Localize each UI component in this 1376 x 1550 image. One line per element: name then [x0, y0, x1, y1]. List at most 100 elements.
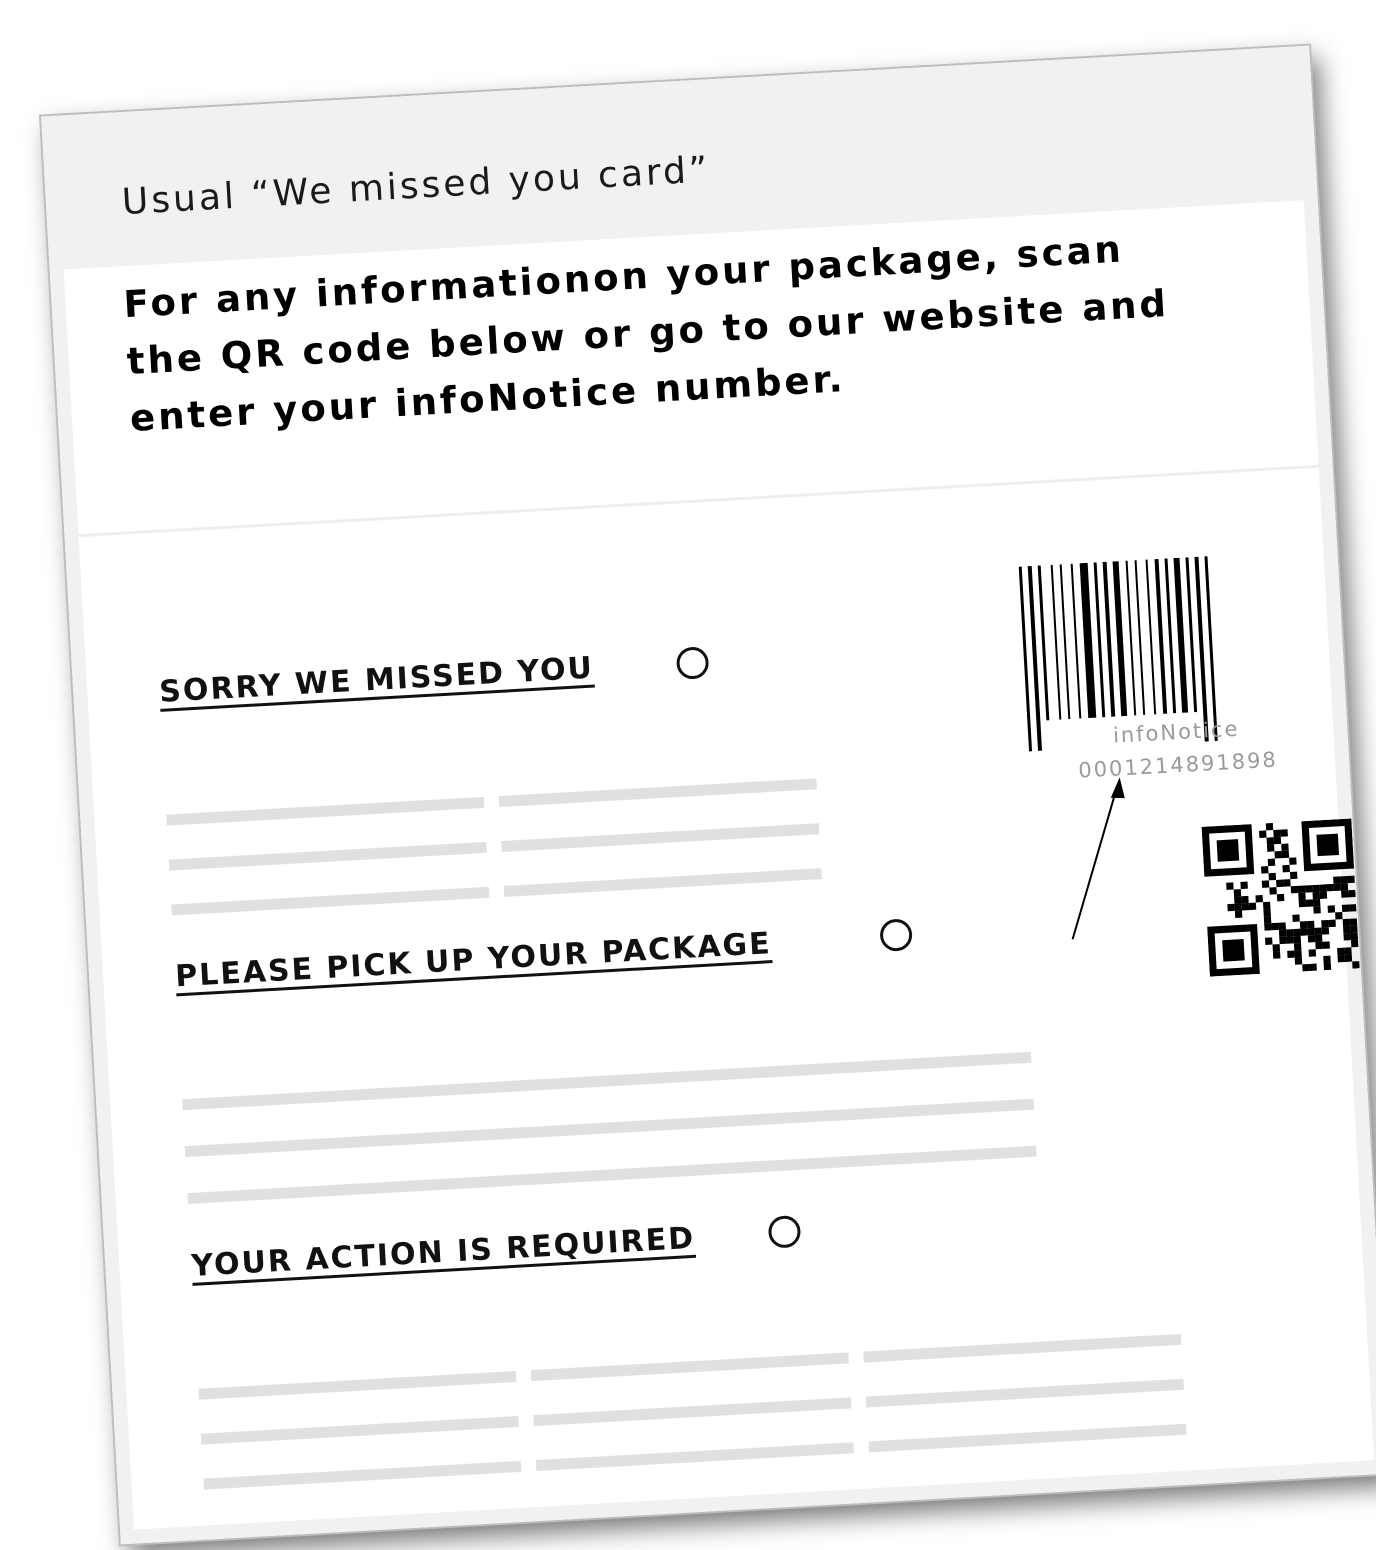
- qr-module: [1300, 928, 1308, 936]
- qr-module: [1227, 903, 1235, 912]
- qr-module: [1278, 929, 1287, 938]
- qr-module: [1272, 951, 1281, 959]
- qr-module: [1233, 889, 1242, 897]
- radio-action-required[interactable]: [767, 1214, 802, 1249]
- qr-module: [1333, 876, 1341, 884]
- radio-please-pick-up[interactable]: [879, 918, 913, 952]
- qr-module: [1299, 921, 1308, 929]
- qr-module: [1268, 872, 1277, 881]
- qr-module: [1342, 918, 1351, 927]
- qr-module: [1348, 904, 1357, 912]
- qr-module: [1349, 918, 1358, 926]
- qr-module: [1241, 895, 1249, 904]
- qr-module: [1263, 908, 1271, 917]
- qr-module: [1323, 955, 1331, 964]
- barcode-bar: [1134, 560, 1146, 715]
- placeholder-line: [863, 1333, 1182, 1363]
- stage: Usual “We missed you card” For any infor…: [0, 0, 1376, 1550]
- qr-module: [1343, 925, 1351, 934]
- qr-module: [1350, 932, 1359, 941]
- qr-module: [1294, 957, 1303, 965]
- barcode-bar: [1112, 561, 1128, 717]
- barcode-bar: [1059, 564, 1071, 720]
- qr-module: [1234, 896, 1242, 904]
- placeholder-line: [200, 1415, 519, 1445]
- qr-module: [1293, 928, 1301, 937]
- qr-module: [1271, 922, 1279, 931]
- qr-module: [1287, 950, 1295, 959]
- barcode-bar: [1079, 562, 1097, 719]
- qr-module: [1264, 937, 1273, 945]
- barcode-bar: [1185, 557, 1198, 713]
- qr-module: [1340, 883, 1349, 891]
- qr-module: [1260, 866, 1269, 874]
- qr-module: [1263, 916, 1272, 924]
- qr-module: [1261, 880, 1270, 888]
- qr-module: [1282, 864, 1290, 873]
- qr-module: [1326, 883, 1334, 892]
- placeholder-line: [182, 1051, 1032, 1111]
- qr-module: [1344, 954, 1353, 962]
- qr-module: [1298, 892, 1306, 901]
- qr-module: [1292, 914, 1300, 922]
- placeholder-line: [187, 1145, 1037, 1205]
- qr-module: [1321, 919, 1329, 928]
- qr-module: [1274, 851, 1282, 859]
- qr-module: [1327, 905, 1336, 913]
- qr-module: [1293, 935, 1302, 944]
- qr-module: [1265, 822, 1274, 831]
- qr-module: [1313, 906, 1321, 914]
- qr-module: [1302, 963, 1310, 972]
- barcode-bar: [1125, 560, 1137, 716]
- qr-module: [1283, 879, 1291, 887]
- qr-module: [1289, 871, 1298, 880]
- intro-divider: [78, 464, 1319, 538]
- placeholder-line: [203, 1460, 522, 1490]
- qr-module: [1297, 885, 1306, 894]
- qr-module: [1337, 954, 1346, 963]
- qr-module: [1276, 893, 1285, 902]
- placeholder-line: [198, 1371, 517, 1400]
- qr-module: [1314, 927, 1323, 936]
- barcode-bar: [1037, 565, 1050, 721]
- qr-module: [1273, 836, 1282, 845]
- barcode-bar: [1070, 563, 1082, 719]
- qr-module: [1281, 843, 1289, 852]
- radio-sorry-we-missed-you[interactable]: [675, 646, 710, 680]
- barcode-bar: [1173, 557, 1189, 713]
- qr-module: [1264, 923, 1272, 931]
- qr-module: [1350, 939, 1359, 948]
- qr-module: [1321, 927, 1330, 935]
- qr-module: [1276, 879, 1284, 888]
- qr-module: [1316, 833, 1340, 857]
- placeholder-line: [530, 1352, 849, 1382]
- qr-module: [1240, 881, 1248, 890]
- heading-please-pick-up: PLEASE PICK UP YOUR PACKAGE: [174, 926, 773, 995]
- qr-module: [1222, 939, 1245, 962]
- qr-module: [1286, 936, 1294, 944]
- qr-module: [1216, 839, 1240, 862]
- qr-module: [1267, 858, 1276, 867]
- missed-you-card: Usual “We missed you card” For any infor…: [41, 45, 1376, 1545]
- qr-module: [1241, 902, 1250, 911]
- qr-module: [1305, 899, 1314, 907]
- barcode-bar: [1154, 558, 1168, 714]
- qr-module: [1319, 884, 1327, 892]
- placeholder-line: [533, 1397, 852, 1427]
- qr-module: [1272, 944, 1281, 952]
- qr-modules: [1201, 818, 1360, 977]
- placeholder-line: [498, 778, 817, 808]
- qr-module: [1294, 950, 1302, 958]
- placeholder-line: [865, 1378, 1184, 1408]
- qr-module: [1279, 936, 1287, 945]
- qr-module: [1266, 837, 1275, 845]
- qr-module: [1307, 935, 1316, 943]
- qr-module: [1335, 912, 1343, 920]
- placeholder-line: [868, 1423, 1187, 1453]
- qr-module: [1266, 844, 1275, 852]
- qr-module: [1289, 857, 1297, 865]
- barcode-bar: [1145, 559, 1157, 715]
- qr-module: [1337, 947, 1345, 956]
- qr-module: [1273, 829, 1281, 838]
- qr-module: [1333, 883, 1342, 892]
